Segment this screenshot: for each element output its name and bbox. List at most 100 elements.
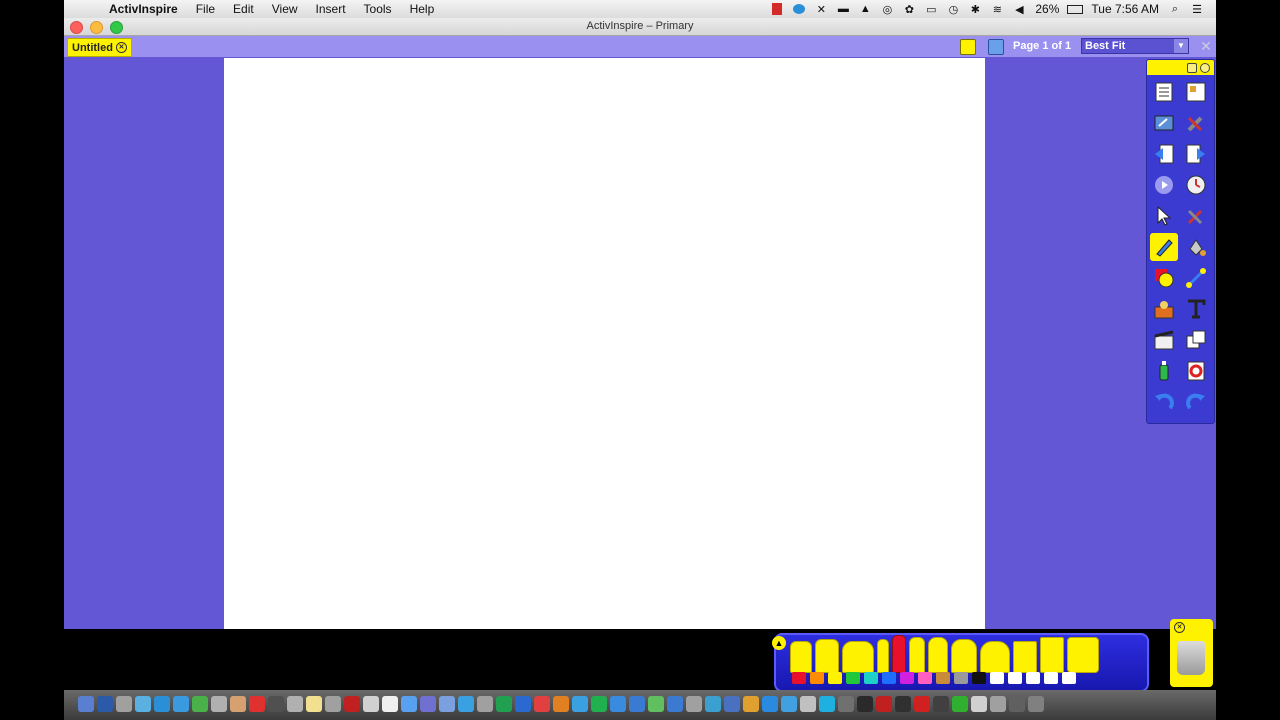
dock-app-icon[interactable]	[382, 696, 398, 712]
dock-app-icon[interactable]	[705, 696, 721, 712]
dock-app-icon[interactable]	[477, 696, 493, 712]
dock-app-icon[interactable]	[458, 696, 474, 712]
trash-icon[interactable]	[1177, 641, 1205, 675]
dock-app-icon[interactable]	[762, 696, 778, 712]
dock-app-icon[interactable]	[173, 696, 189, 712]
document-tab[interactable]: Untitled ✕	[67, 38, 132, 57]
dock-app-icon[interactable]	[287, 696, 303, 712]
edit-profiles-icon[interactable]	[1182, 109, 1210, 137]
pen-tray-toggle-icon[interactable]: ▲	[772, 636, 786, 650]
connector-icon[interactable]	[1182, 264, 1210, 292]
media-icon[interactable]	[1150, 326, 1178, 354]
tools-icon[interactable]	[1182, 202, 1210, 230]
trash-panel[interactable]: ✕	[1170, 619, 1213, 687]
menu-insert[interactable]: Insert	[307, 2, 355, 16]
pin-icon[interactable]	[1187, 63, 1197, 73]
dock-app-icon[interactable]	[838, 696, 854, 712]
dock-app-icon[interactable]	[154, 696, 170, 712]
dock-app-icon[interactable]	[686, 696, 702, 712]
eraser-icon[interactable]	[1150, 357, 1178, 385]
wifi-icon[interactable]: ≋	[986, 2, 1008, 16]
close-app-icon[interactable]: ✕	[810, 2, 832, 16]
dock-app-icon[interactable]	[249, 696, 265, 712]
dock-app-icon[interactable]	[230, 696, 246, 712]
highlighter-icon[interactable]	[815, 639, 839, 673]
color-swatch[interactable]	[1008, 672, 1022, 684]
color-swatch[interactable]	[1062, 672, 1076, 684]
resource-library-icon[interactable]	[1150, 171, 1178, 199]
dock-app-icon[interactable]	[990, 696, 1006, 712]
dock-app-icon[interactable]	[211, 696, 227, 712]
dock-app-icon[interactable]	[116, 696, 132, 712]
previous-page-icon[interactable]	[1150, 140, 1178, 168]
pen-icon[interactable]	[1150, 233, 1178, 261]
dock-app-icon[interactable]	[515, 696, 531, 712]
airplay-icon[interactable]: ▭	[920, 2, 942, 16]
text-icon[interactable]	[1182, 295, 1210, 323]
pen-icon[interactable]	[909, 637, 925, 673]
dual-user-icon[interactable]	[960, 39, 976, 55]
toolbox-header[interactable]	[1147, 60, 1214, 75]
dock-app-icon[interactable]	[800, 696, 816, 712]
color-swatch[interactable]	[918, 672, 932, 684]
notes-icon[interactable]	[766, 2, 788, 16]
dock-app-icon[interactable]	[1009, 696, 1025, 712]
desktop-annotate-icon[interactable]	[1150, 109, 1178, 137]
dock-app-icon[interactable]	[667, 696, 683, 712]
app-menu[interactable]: ActivInspire	[100, 2, 187, 16]
color-swatch[interactable]	[828, 672, 842, 684]
menu-view[interactable]: View	[263, 2, 307, 16]
dock-app-icon[interactable]	[895, 696, 911, 712]
close-tab-icon[interactable]: ✕	[115, 42, 127, 53]
redo-icon[interactable]	[1182, 388, 1210, 416]
highlighter-icon[interactable]	[790, 641, 812, 673]
magic-ink-icon[interactable]	[1150, 295, 1178, 323]
close-icon[interactable]: ✕	[1174, 622, 1185, 633]
dock-app-icon[interactable]	[344, 696, 360, 712]
dock-app-icon[interactable]	[439, 696, 455, 712]
reset-page-icon[interactable]	[1182, 357, 1210, 385]
dock-app-icon[interactable]	[648, 696, 664, 712]
color-swatch[interactable]	[846, 672, 860, 684]
color-swatch[interactable]	[882, 672, 896, 684]
spotlight-icon[interactable]: ⌕	[1164, 2, 1186, 16]
battery-percent[interactable]: 26%	[1030, 2, 1064, 16]
flipchart-browser-icon[interactable]	[1150, 78, 1178, 106]
felt-tip-icon[interactable]	[1067, 637, 1099, 673]
sync-icon[interactable]: ◎	[876, 2, 898, 16]
pencil-icon[interactable]	[877, 639, 889, 673]
dock-app-icon[interactable]	[876, 696, 892, 712]
menu-edit[interactable]: Edit	[224, 2, 263, 16]
fill-icon[interactable]	[1182, 233, 1210, 261]
dock-app-icon[interactable]	[135, 696, 151, 712]
shape-icon[interactable]	[1150, 264, 1178, 292]
color-swatch[interactable]	[810, 672, 824, 684]
dock-app-icon[interactable]	[363, 696, 379, 712]
dock-app-icon[interactable]	[933, 696, 949, 712]
evernote-icon[interactable]: ✿	[898, 2, 920, 16]
minus-icon[interactable]: ▬	[832, 2, 854, 16]
notification-center-icon[interactable]: ☰	[1186, 2, 1208, 16]
select-icon[interactable]	[1150, 202, 1178, 230]
dock-app-icon[interactable]	[553, 696, 569, 712]
chevron-down-icon[interactable]: ▼	[1174, 39, 1188, 53]
drive-icon[interactable]: ▲	[854, 2, 876, 16]
dock-app-icon[interactable]	[952, 696, 968, 712]
dock-app-icon[interactable]	[1028, 696, 1044, 712]
marker-icon[interactable]	[928, 637, 948, 673]
dock-app-icon[interactable]	[268, 696, 284, 712]
undo-icon[interactable]	[1150, 388, 1178, 416]
collapse-icon[interactable]	[1200, 63, 1210, 73]
dock-app-icon[interactable]	[781, 696, 797, 712]
next-page-icon[interactable]	[1182, 140, 1210, 168]
marker-icon[interactable]	[951, 639, 977, 673]
color-swatch[interactable]	[972, 672, 986, 684]
fullscreen-icon[interactable]: ✕	[1198, 38, 1214, 54]
bluetooth-icon[interactable]: ✱	[964, 2, 986, 16]
time-machine-icon[interactable]: ◷	[942, 2, 964, 16]
dock-app-icon[interactable]	[610, 696, 626, 712]
main-menu-icon[interactable]	[1182, 78, 1210, 106]
dock-app-icon[interactable]	[857, 696, 873, 712]
pen-icon[interactable]	[892, 635, 906, 673]
zoom-select[interactable]: Best Fit ▼	[1081, 38, 1189, 54]
